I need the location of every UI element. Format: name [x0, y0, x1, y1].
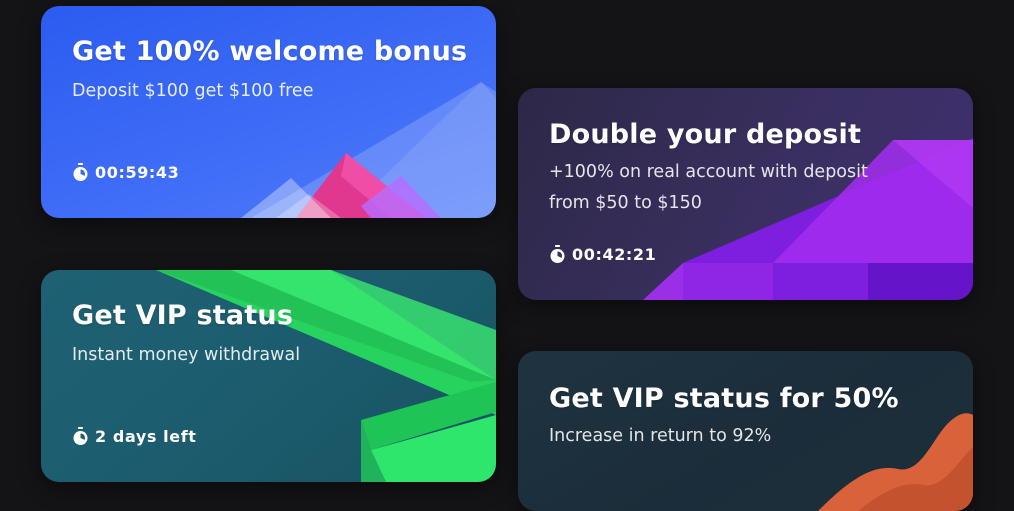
promo-timer: 2 days left	[72, 427, 197, 446]
promo-timer-text: 00:59:43	[95, 163, 180, 182]
promo-subtitle-line-1: +100% on real account with deposit	[549, 162, 868, 182]
promo-subtitle: Deposit $100 get $100 free	[72, 81, 314, 101]
promo-title: Get 100% welcome bonus	[72, 36, 468, 67]
promo-timer: 00:42:21	[549, 245, 656, 264]
promo-subtitle: Instant money withdrawal	[72, 345, 301, 365]
stopwatch-icon	[73, 163, 88, 181]
promo-timer-text: 2 days left	[95, 427, 197, 446]
promo-title: Get VIP status for 50%	[549, 383, 899, 414]
promo-title: Double your deposit	[549, 119, 862, 150]
promo-subtitle: Increase in return to 92%	[549, 426, 772, 446]
promo-subtitle-line-2: from $50 to $150	[549, 193, 702, 213]
promo-card-double-deposit[interactable]: Double your deposit +100% on real accoun…	[518, 88, 973, 300]
promo-card-vip-status[interactable]: Get VIP status Instant money withdrawal …	[41, 270, 496, 482]
promo-title: Get VIP status	[72, 300, 294, 331]
stopwatch-icon	[73, 427, 88, 445]
promo-timer-text: 00:42:21	[572, 245, 657, 264]
stopwatch-icon	[550, 245, 565, 263]
promo-card-welcome-bonus[interactable]: Get 100% welcome bonus Deposit $100 get …	[41, 6, 496, 218]
promo-timer: 00:59:43	[72, 163, 179, 182]
promo-card-vip-status-50[interactable]: Get VIP status for 50% Increase in retur…	[518, 351, 973, 511]
